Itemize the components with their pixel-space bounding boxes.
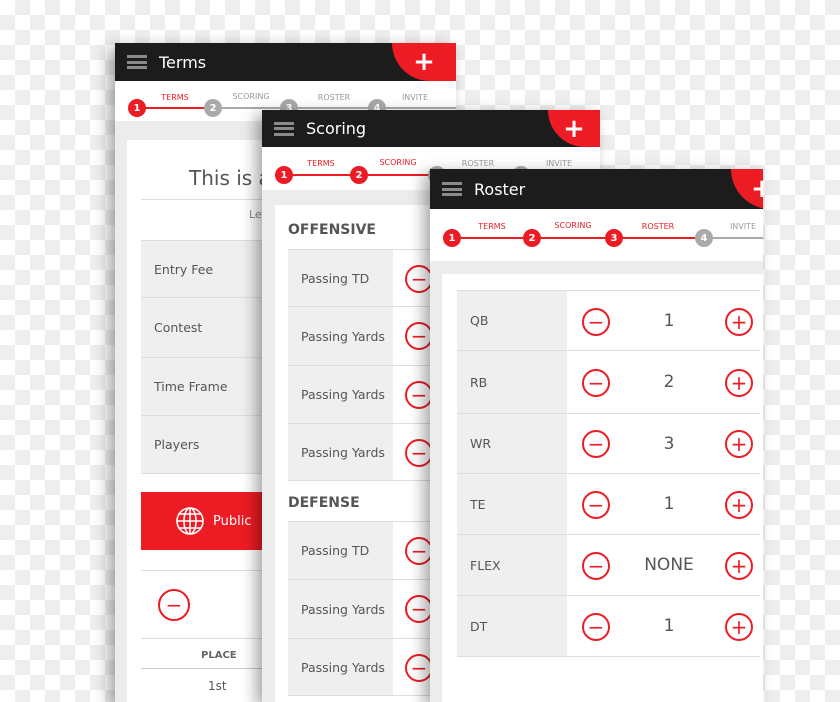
place-first: 1st xyxy=(208,679,227,693)
screen-title: Roster xyxy=(474,179,526,199)
decrement-button[interactable]: − xyxy=(405,381,433,409)
decrement-button[interactable]: − xyxy=(582,612,610,641)
place-header: PLACE xyxy=(201,650,237,661)
add-button[interactable]: + xyxy=(731,169,763,209)
step-2[interactable]: 2 xyxy=(523,229,541,247)
decrement-button[interactable]: − xyxy=(582,430,610,458)
step-label-scoring: SCORING xyxy=(554,221,592,230)
step-1[interactable]: 1 xyxy=(443,229,461,247)
step-1[interactable]: 1 xyxy=(275,166,293,184)
decrement-button[interactable]: − xyxy=(405,322,433,350)
screen-title: Scoring xyxy=(306,119,367,138)
decrement-button[interactable]: − xyxy=(582,368,610,397)
position-count: 1 xyxy=(663,616,675,636)
menu-icon[interactable] xyxy=(127,55,147,69)
position-label: WR xyxy=(457,414,567,473)
roster-row: FLEX − NONE + xyxy=(457,535,760,596)
decrement-button[interactable]: − xyxy=(405,595,433,623)
step-label-roster: ROSTER xyxy=(317,93,351,102)
step-label-roster: ROSTER xyxy=(461,159,495,168)
increment-button[interactable]: + xyxy=(725,612,753,641)
decrement-button[interactable]: − xyxy=(582,307,610,336)
step-label-terms: TERMS xyxy=(478,222,506,231)
roster-row: DT − 1 + xyxy=(457,596,760,657)
roster-header: Roster + xyxy=(430,169,763,209)
step-2[interactable]: 2 xyxy=(204,99,222,117)
step-label-terms: TERMS xyxy=(307,159,335,168)
step-label-invite: INVITE xyxy=(545,159,573,168)
terms-subtext: Le xyxy=(249,208,262,221)
position-label: TE xyxy=(457,474,567,534)
defense-heading: DEFENSE xyxy=(288,495,360,511)
increment-button[interactable]: + xyxy=(725,307,753,336)
step-1[interactable]: 1 xyxy=(128,99,146,117)
roster-row: RB − 2 + xyxy=(457,351,760,414)
offensive-heading: OFFENSIVE xyxy=(288,222,376,238)
remove-place-button[interactable]: − xyxy=(158,589,190,621)
terms-header: Terms + xyxy=(115,43,456,81)
increment-button[interactable]: + xyxy=(725,551,753,580)
step-3[interactable]: 3 xyxy=(605,229,623,247)
position-count: 1 xyxy=(663,310,675,331)
step-label-invite: INVITE xyxy=(729,222,757,231)
position-label: DT xyxy=(457,596,567,656)
decrement-button[interactable]: − xyxy=(405,265,433,293)
step-4[interactable]: 4 xyxy=(695,229,713,247)
menu-icon[interactable] xyxy=(274,121,294,136)
step-2[interactable]: 2 xyxy=(350,166,368,184)
roster-row: QB − 1 + xyxy=(457,290,760,351)
step-label-invite: INVITE xyxy=(401,93,429,102)
increment-button[interactable]: + xyxy=(725,430,753,458)
position-count: 3 xyxy=(663,433,675,454)
decrement-button[interactable]: − xyxy=(405,537,433,565)
roster-card: QB − 1 + RB − 2 + WR − 3 + TE − 1 + FLEX… xyxy=(442,274,763,702)
step-label-scoring: SCORING xyxy=(232,92,270,101)
globe-icon xyxy=(176,507,204,535)
stepper: 1 2 3 4 TERMS SCORING ROSTER INVITE xyxy=(430,209,763,261)
roster-row: TE − 1 + xyxy=(457,474,760,535)
roster-screen: Roster + 1 2 3 4 TERMS SCORING ROSTER IN… xyxy=(430,169,763,702)
add-button[interactable]: + xyxy=(548,110,600,147)
decrement-button[interactable]: − xyxy=(405,439,433,467)
scoring-header: Scoring + xyxy=(262,110,600,147)
step-label-terms: TERMS xyxy=(161,93,189,102)
position-count: 2 xyxy=(663,372,675,392)
decrement-button[interactable]: − xyxy=(582,490,610,519)
decrement-button[interactable]: − xyxy=(405,654,433,682)
position-count: NONE xyxy=(644,555,694,575)
increment-button[interactable]: + xyxy=(725,368,753,397)
terms-heading: This is a xyxy=(189,166,271,190)
position-label: FLEX xyxy=(457,535,567,595)
position-label: RB xyxy=(457,351,567,413)
add-button[interactable]: + xyxy=(392,43,456,81)
menu-icon[interactable] xyxy=(442,182,462,196)
position-count: 1 xyxy=(663,494,675,514)
screen-title: Terms xyxy=(159,52,207,72)
increment-button[interactable]: + xyxy=(725,490,753,519)
roster-row: WR − 3 + xyxy=(457,414,760,474)
position-label: QB xyxy=(457,291,567,350)
decrement-button[interactable]: − xyxy=(582,551,610,580)
step-label-roster: ROSTER xyxy=(641,222,675,231)
step-label-scoring: SCORING xyxy=(379,158,417,167)
